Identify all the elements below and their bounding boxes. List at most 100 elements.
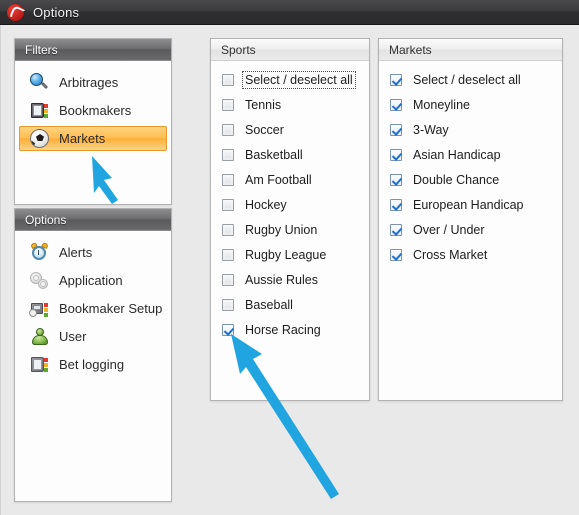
market-row[interactable]: Select / deselect all	[379, 67, 562, 92]
market-label: Select / deselect all	[413, 72, 521, 87]
filters-panel-body: Arbitrages Bookmakers Markets	[15, 61, 171, 151]
sidebar-item-arbitrages[interactable]: Arbitrages	[19, 70, 167, 95]
sport-checkbox[interactable]	[222, 123, 234, 136]
sidebar-item-label: Bet logging	[59, 357, 125, 372]
market-row[interactable]: Moneyline	[379, 92, 562, 117]
sport-label: Basketball	[245, 147, 303, 162]
user-icon	[30, 327, 49, 346]
market-row[interactable]: Over / Under	[379, 217, 562, 242]
sport-row[interactable]: Soccer	[211, 117, 369, 142]
market-label: Double Chance	[413, 172, 500, 187]
sidebar-item-label: Application	[59, 273, 123, 288]
sport-checkbox[interactable]	[222, 98, 234, 111]
options-panel-body: Alerts Application Bookmaker Setup User …	[15, 231, 171, 377]
sport-label: Horse Racing	[245, 322, 321, 337]
sport-checkbox[interactable]	[222, 198, 234, 211]
sidebar-item-label: Arbitrages	[59, 75, 119, 90]
book-icon	[30, 101, 49, 120]
sidebar-item-alerts[interactable]: Alerts	[19, 240, 167, 265]
options-panel-header: Options	[15, 209, 171, 231]
sport-checkbox[interactable]	[222, 173, 234, 186]
markets-panel: Markets Select / deselect all Moneyline 3-…	[378, 38, 563, 401]
options-panel: Options Alerts Application Bookmaker Set…	[14, 208, 172, 502]
sport-label: Hockey	[245, 197, 287, 212]
sidebar-item-label: Bookmakers	[59, 103, 132, 118]
sidebar-item-label: Alerts	[59, 245, 93, 260]
r-logo-icon	[7, 3, 24, 21]
sport-row[interactable]: Rugby Union	[211, 217, 369, 242]
sidebar-item-markets[interactable]: Markets	[19, 126, 167, 151]
markets-panel-header: Markets	[379, 39, 562, 61]
sidebar-item-bet-logging[interactable]: Bet logging	[19, 352, 167, 377]
sport-label: Select / deselect all	[242, 70, 356, 89]
sport-row[interactable]: Baseball	[211, 292, 369, 317]
sidebar-item-label: Bookmaker Setup	[59, 301, 163, 316]
market-label: 3-Way	[413, 122, 449, 137]
window-title: Options	[33, 4, 80, 20]
market-row[interactable]: European Handicap	[379, 192, 562, 217]
sports-panel: Sports Select / deselect all Tennis Soccer…	[210, 38, 370, 401]
market-label: Over / Under	[413, 222, 485, 237]
market-checkbox[interactable]	[390, 148, 402, 161]
market-checkbox[interactable]	[390, 223, 402, 236]
sport-checkbox[interactable]	[222, 223, 234, 236]
filters-panel-title: Filters	[25, 42, 58, 57]
sport-row[interactable]: Hockey	[211, 192, 369, 217]
market-row[interactable]: Asian Handicap	[379, 142, 562, 167]
market-checkbox[interactable]	[390, 173, 402, 186]
sport-checkbox[interactable]	[222, 298, 234, 311]
market-label: Cross Market	[413, 247, 488, 262]
market-checkbox[interactable]	[390, 248, 402, 261]
markets-panel-title: Markets	[389, 42, 432, 57]
market-label: Asian Handicap	[413, 147, 501, 162]
sidebar-item-bookmaker-setup[interactable]: Bookmaker Setup	[19, 296, 167, 321]
sport-row[interactable]: Horse Racing	[211, 317, 369, 342]
sidebar-item-bookmakers[interactable]: Bookmakers	[19, 98, 167, 123]
market-checkbox[interactable]	[390, 123, 402, 136]
sidebar-item-label: User	[59, 329, 87, 344]
sport-checkbox[interactable]	[222, 73, 234, 86]
market-row[interactable]: Cross Market	[379, 242, 562, 267]
market-checkbox[interactable]	[390, 73, 402, 86]
sport-checkbox[interactable]	[222, 248, 234, 261]
sport-label: Rugby Union	[245, 222, 318, 237]
soccer-ball-icon	[30, 129, 49, 148]
sports-panel-title: Sports	[221, 42, 256, 57]
dialog-client-area: Filters Arbitrages Bookmakers Markets Op…	[0, 25, 579, 515]
markets-checkbox-list: Select / deselect all Moneyline 3-Way Asian…	[379, 61, 562, 267]
sport-checkbox[interactable]	[222, 273, 234, 286]
market-label: Moneyline	[413, 97, 470, 112]
bookmaker-setup-icon	[29, 299, 49, 318]
sport-row[interactable]: Select / deselect all	[211, 67, 369, 92]
alarm-clock-icon	[30, 241, 49, 262]
sport-label: Baseball	[245, 297, 293, 312]
sport-checkbox[interactable]	[222, 323, 234, 336]
sidebar-item-user[interactable]: User	[19, 324, 167, 349]
market-row[interactable]: Double Chance	[379, 167, 562, 192]
sports-panel-header: Sports	[211, 39, 369, 61]
market-checkbox[interactable]	[390, 98, 402, 111]
window-titlebar: Options	[0, 0, 579, 25]
options-panel-title: Options	[25, 212, 67, 227]
sidebar-item-application[interactable]: Application	[19, 268, 167, 293]
market-checkbox[interactable]	[390, 198, 402, 211]
magnifier-icon	[30, 73, 49, 92]
sport-label: Tennis	[245, 97, 282, 112]
filters-panel-header: Filters	[15, 39, 171, 61]
sport-checkbox[interactable]	[222, 148, 234, 161]
sport-label: Soccer	[245, 122, 284, 137]
filters-panel: Filters Arbitrages Bookmakers Markets	[14, 38, 172, 205]
sport-label: Rugby League	[245, 247, 327, 262]
sport-label: Aussie Rules	[245, 272, 318, 287]
sport-row[interactable]: Basketball	[211, 142, 369, 167]
sport-row[interactable]: Rugby League	[211, 242, 369, 267]
sport-row[interactable]: Tennis	[211, 92, 369, 117]
sport-row[interactable]: Aussie Rules	[211, 267, 369, 292]
market-row[interactable]: 3-Way	[379, 117, 562, 142]
market-label: European Handicap	[413, 197, 524, 212]
sport-row[interactable]: Am Football	[211, 167, 369, 192]
book-gray-icon	[30, 355, 49, 374]
sidebar-item-label: Markets	[59, 131, 106, 146]
sports-checkbox-list: Select / deselect all Tennis Soccer Basketb…	[211, 61, 369, 342]
gears-icon	[30, 271, 49, 290]
